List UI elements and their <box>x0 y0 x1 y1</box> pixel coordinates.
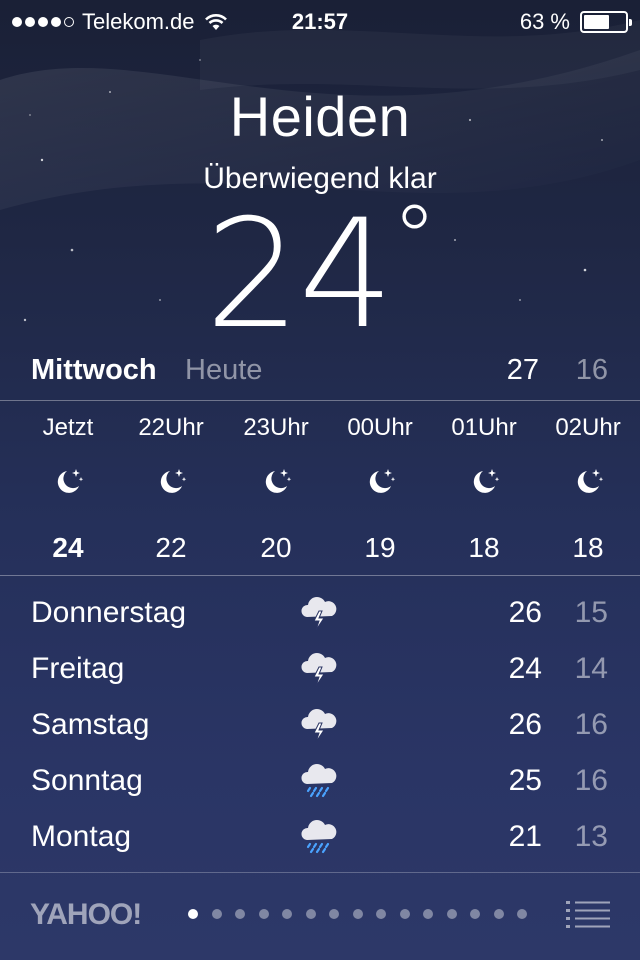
day-high: 25 <box>508 764 542 797</box>
today-summary: Mittwoch Heute 27 16 <box>0 354 640 390</box>
divider-top <box>0 400 640 401</box>
day-name: Freitag <box>31 652 125 685</box>
hour-temperature: 19 <box>364 532 396 563</box>
hour-label: Jetzt <box>42 414 94 441</box>
daily-row: Samstag 26 16 <box>0 702 640 758</box>
page-dot[interactable] <box>423 909 433 919</box>
day-name: Montag <box>31 820 132 853</box>
today-high: 27 <box>506 354 539 386</box>
degree-symbol: ° <box>391 186 437 291</box>
battery-icon <box>580 11 632 33</box>
page-dot[interactable] <box>258 909 269 919</box>
thunderstorm-icon <box>299 592 339 632</box>
hour-temperature: 18 <box>572 532 604 563</box>
hour-label: 00Uhr <box>347 414 413 441</box>
thunderstorm-icon <box>299 704 339 744</box>
page-dot[interactable] <box>493 909 504 919</box>
hour-temperature: 22 <box>155 532 187 563</box>
rain-cloud-icon <box>299 760 339 800</box>
page-dot[interactable] <box>188 909 198 919</box>
moon-stars-icon <box>362 464 398 500</box>
hourly-forecast[interactable]: Jetzt 24 22Uhr 22 23Uhr 20 00Uhr 19 01Uhr 18 02Uhr… <box>0 402 640 574</box>
page-dot[interactable] <box>305 909 316 919</box>
current-temperature: 24° <box>0 194 640 351</box>
page-dot[interactable] <box>329 909 339 919</box>
moon-stars-icon <box>570 464 606 500</box>
page-dot[interactable] <box>376 909 386 919</box>
hour-temperature: 24 <box>52 532 84 563</box>
status-bar: Telekom.de 21:57 63 % <box>0 0 640 40</box>
divider-bottom <box>0 575 640 576</box>
page-dot[interactable] <box>282 909 292 919</box>
day-low: 15 <box>574 596 608 629</box>
moon-stars-icon <box>258 464 294 500</box>
day-low: 14 <box>574 652 608 685</box>
page-dot[interactable] <box>517 909 527 919</box>
day-name: Donnerstag <box>31 596 187 629</box>
day-high: 26 <box>508 596 542 629</box>
hour-temperature: 20 <box>260 532 292 563</box>
day-name: Samstag <box>31 708 150 741</box>
day-low: 16 <box>574 708 608 741</box>
hour-label: 23Uhr <box>243 414 309 441</box>
page-dot[interactable] <box>470 909 480 919</box>
hour-label: 02Uhr <box>555 414 621 441</box>
moon-stars-icon <box>50 464 86 500</box>
page-dot[interactable] <box>352 909 363 919</box>
day-low: 16 <box>574 764 608 797</box>
day-name: Sonntag <box>31 764 143 797</box>
city-name: Heiden <box>229 85 411 148</box>
battery-percent: 63 % <box>519 9 570 34</box>
hour-temperature: 18 <box>468 532 500 563</box>
day-high: 21 <box>508 820 542 853</box>
current-temperature-value: 24 <box>205 188 394 362</box>
city-list-icon[interactable] <box>566 900 610 930</box>
today-low: 16 <box>575 354 608 386</box>
page-dot[interactable] <box>399 909 410 919</box>
rain-cloud-icon <box>299 816 339 856</box>
moon-stars-icon <box>153 464 189 500</box>
footer-bar: YAHOO! <box>0 874 640 960</box>
moon-stars-icon <box>466 464 502 500</box>
hour-label: 22Uhr <box>138 414 204 441</box>
page-dot[interactable] <box>235 909 245 919</box>
day-high: 24 <box>508 652 542 685</box>
day-low: 13 <box>574 820 608 853</box>
page-indicator[interactable] <box>188 909 527 919</box>
yahoo-logo[interactable]: YAHOO! <box>30 898 142 932</box>
daily-row: Montag 21 13 <box>0 814 640 870</box>
page-dot[interactable] <box>446 909 457 919</box>
divider-footer <box>0 872 640 873</box>
today-day-name: Mittwoch <box>31 354 157 386</box>
daily-row: Donnerstag 26 15 <box>0 590 640 646</box>
battery-info: 63 % <box>519 9 632 35</box>
page-dot[interactable] <box>211 909 222 919</box>
daily-row: Freitag 24 14 <box>0 646 640 702</box>
thunderstorm-icon <box>299 648 339 688</box>
hour-label: 01Uhr <box>451 414 517 441</box>
daily-row: Sonntag 25 16 <box>0 758 640 814</box>
today-label: Heute <box>185 354 263 386</box>
day-high: 26 <box>508 708 542 741</box>
